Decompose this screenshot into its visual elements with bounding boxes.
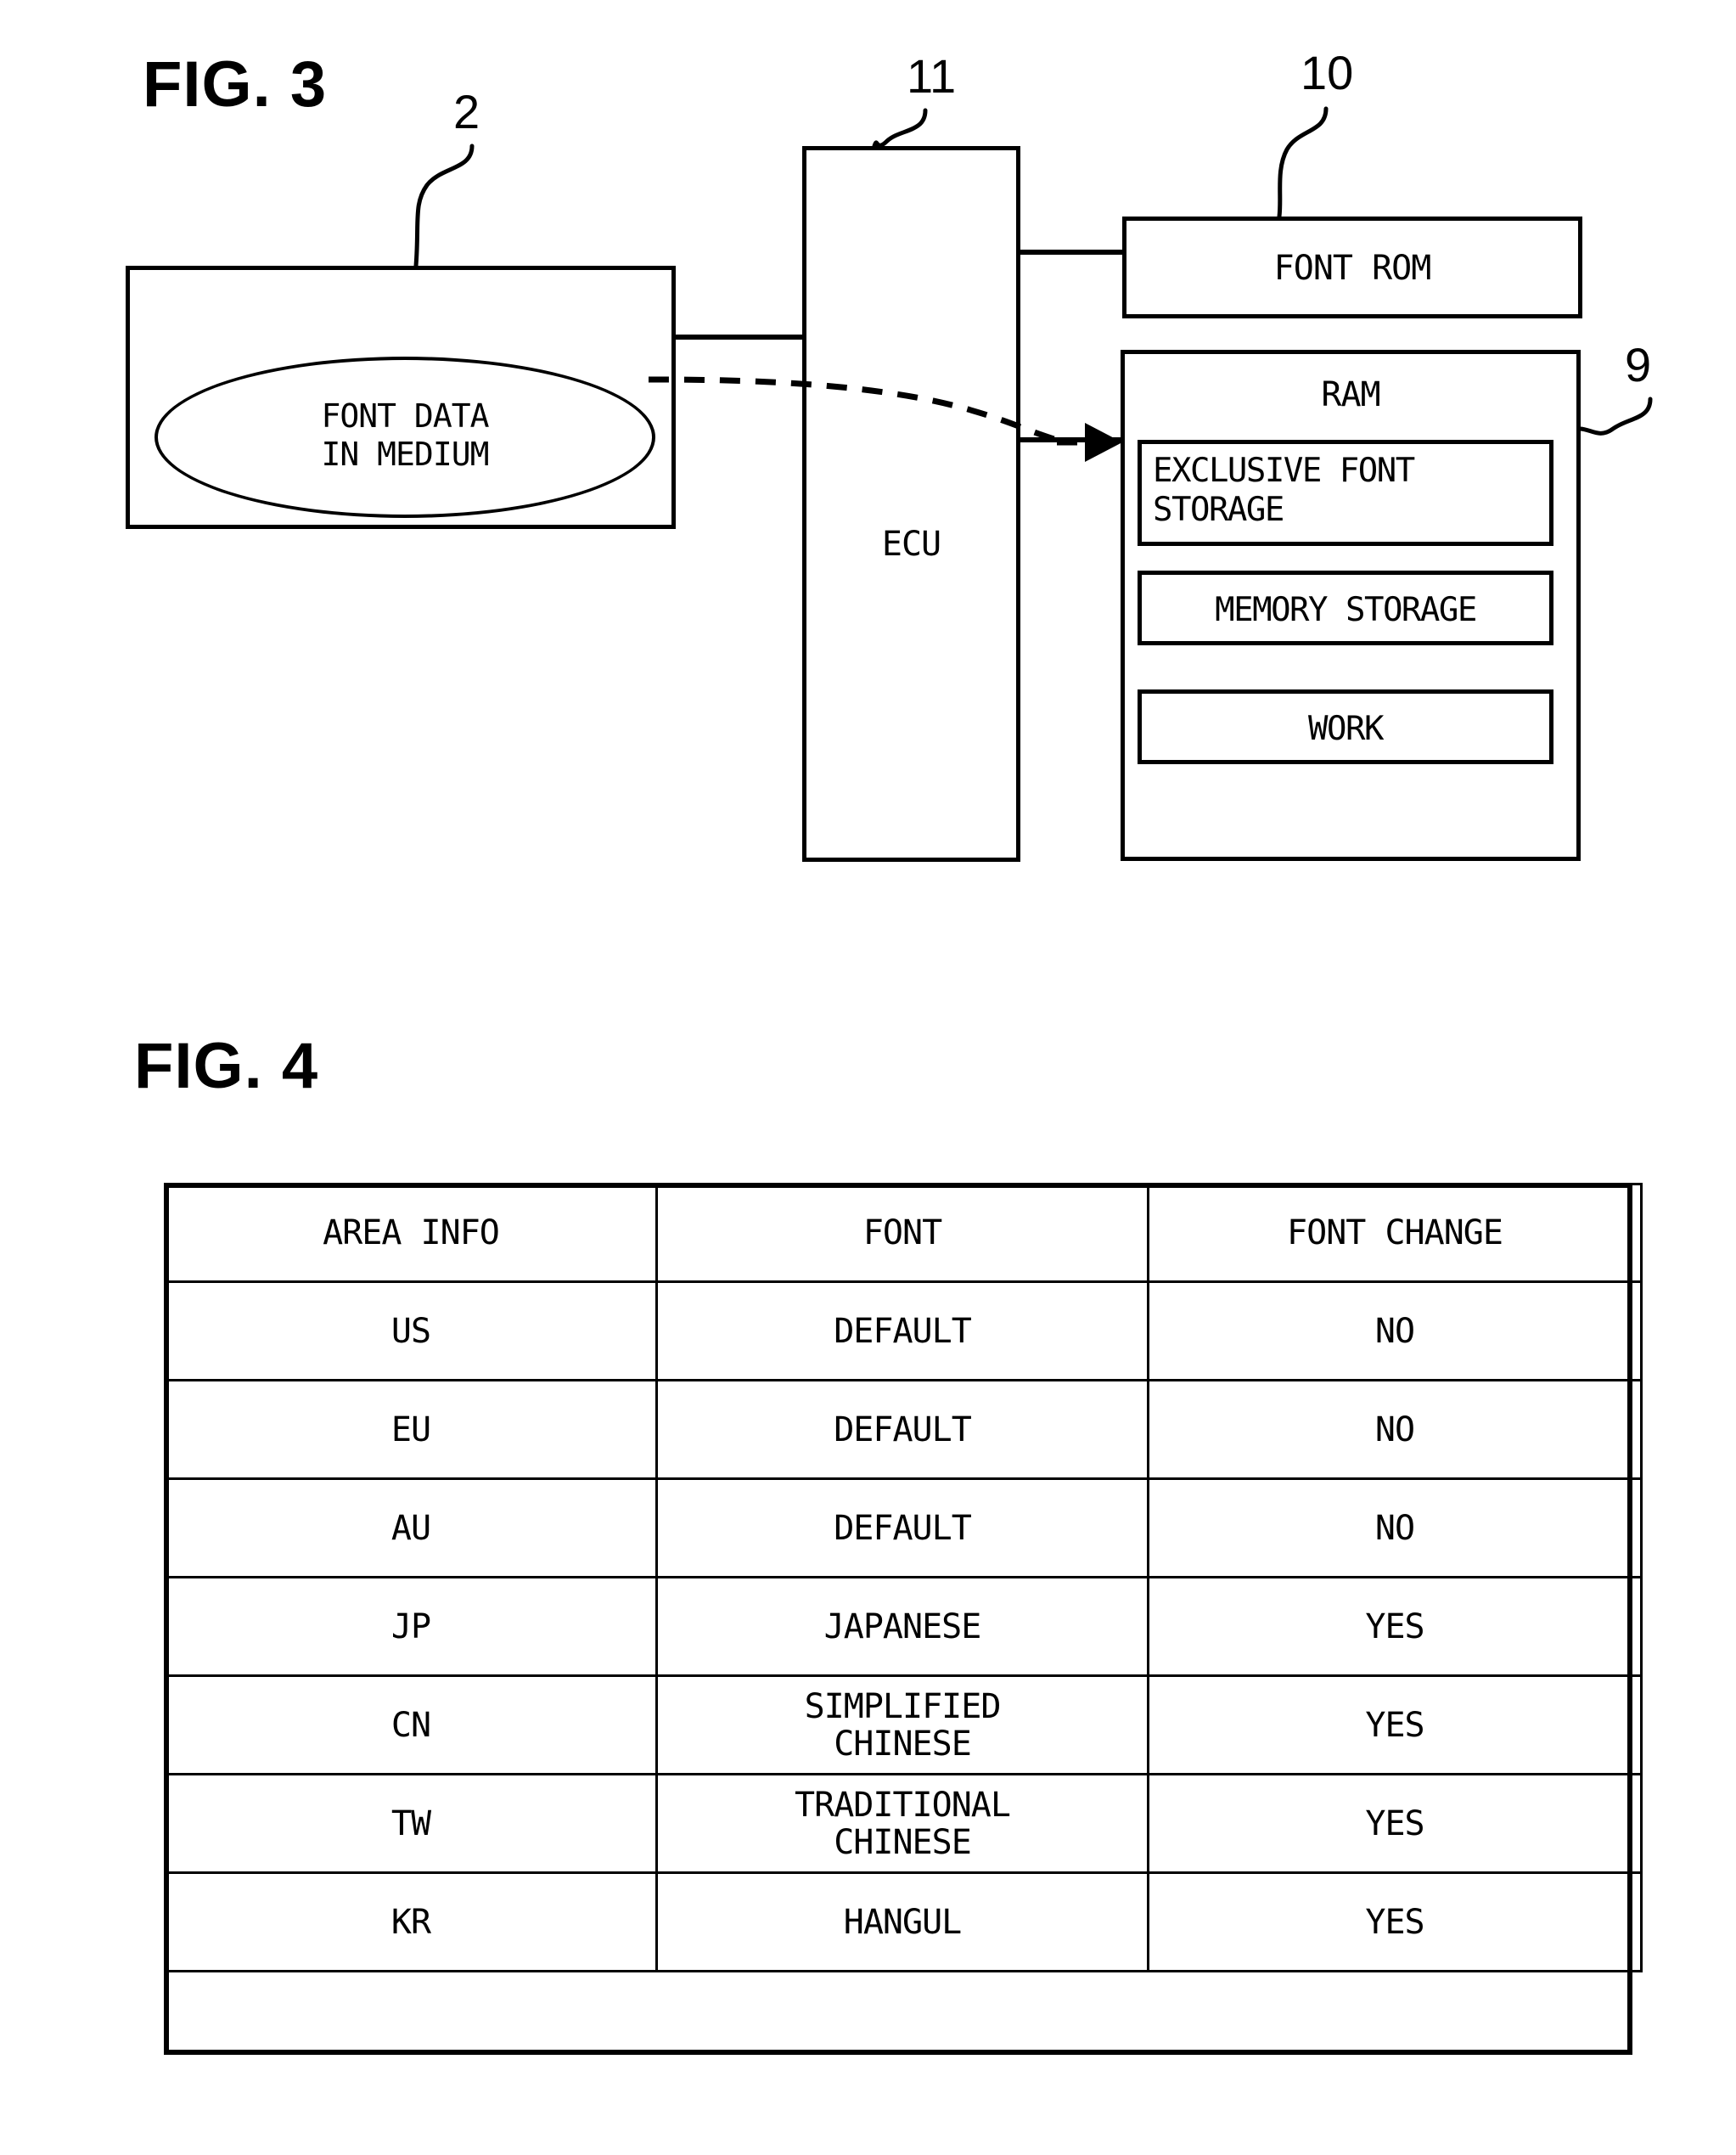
table-row: US DEFAULT NO bbox=[164, 1280, 1643, 1381]
cell-area-info: EU bbox=[164, 1379, 658, 1480]
column-header-font-change: FONT CHANGE bbox=[1147, 1183, 1643, 1283]
leader-line-2 bbox=[413, 143, 475, 268]
font-data-medium-label: FONT DATA IN MEDIUM bbox=[321, 397, 490, 473]
cell-area-info: JP bbox=[164, 1576, 658, 1677]
cell-font: DEFAULT bbox=[655, 1379, 1149, 1480]
leader-line-9 bbox=[1577, 397, 1653, 436]
table-row: AU DEFAULT NO bbox=[164, 1477, 1643, 1578]
cell-font-change: YES bbox=[1147, 1576, 1643, 1677]
cell-font-change: NO bbox=[1147, 1379, 1643, 1480]
cell-area-info: US bbox=[164, 1280, 658, 1381]
table-row: CN SIMPLIFIED CHINESE YES bbox=[164, 1674, 1643, 1775]
cell-font-change: YES bbox=[1147, 1773, 1643, 1874]
ram-label: RAM bbox=[1321, 375, 1380, 414]
figure-3-title: FIG. 3 bbox=[143, 48, 328, 121]
exclusive-font-storage-label: EXCLUSIVE FONT STORAGE bbox=[1153, 452, 1415, 530]
font-area-table: AREA INFO FONT FONT CHANGE US DEFAULT NO… bbox=[164, 1183, 1643, 1972]
cell-area-info: CN bbox=[164, 1674, 658, 1775]
cell-font: TRADITIONAL CHINESE bbox=[655, 1773, 1149, 1874]
leader-line-10 bbox=[1277, 106, 1329, 219]
cell-font: DEFAULT bbox=[655, 1280, 1149, 1381]
cell-font-change: NO bbox=[1147, 1280, 1643, 1381]
font-rom-label: FONT ROM bbox=[1273, 249, 1432, 288]
cell-font-change: NO bbox=[1147, 1477, 1643, 1578]
cell-font: SIMPLIFIED CHINESE bbox=[655, 1674, 1149, 1775]
patent-drawing-sheet: FIG. 3 FONT DATA IN MEDIUM 2 ECU 11 FONT… bbox=[0, 0, 1736, 2155]
reference-numeral-9: 9 bbox=[1625, 338, 1652, 391]
reference-numeral-11: 11 bbox=[907, 49, 957, 103]
reference-numeral-2: 2 bbox=[453, 85, 480, 138]
table-row: JP JAPANESE YES bbox=[164, 1576, 1643, 1677]
reference-numeral-10: 10 bbox=[1301, 46, 1354, 99]
cell-area-info: AU bbox=[164, 1477, 658, 1578]
table-header-row: AREA INFO FONT FONT CHANGE bbox=[164, 1183, 1643, 1283]
ecu-label: ECU bbox=[881, 525, 941, 564]
arrowhead-icon bbox=[1085, 423, 1122, 462]
memory-storage-label: MEMORY STORAGE bbox=[1215, 591, 1477, 629]
cell-area-info: TW bbox=[164, 1773, 658, 1874]
column-header-area-info: AREA INFO bbox=[164, 1183, 658, 1283]
work-label: WORK bbox=[1308, 710, 1384, 748]
table-row: EU DEFAULT NO bbox=[164, 1379, 1643, 1480]
leader-line-11 bbox=[872, 108, 928, 149]
table-row: TW TRADITIONAL CHINESE YES bbox=[164, 1773, 1643, 1874]
cell-font: DEFAULT bbox=[655, 1477, 1149, 1578]
column-header-font: FONT bbox=[655, 1183, 1149, 1283]
cell-font: HANGUL bbox=[655, 1871, 1149, 1972]
cell-font: JAPANESE bbox=[655, 1576, 1149, 1677]
figure-4-title: FIG. 4 bbox=[134, 1030, 319, 1102]
table-row: KR HANGUL YES bbox=[164, 1871, 1643, 1972]
ecu-box bbox=[802, 146, 1020, 862]
cell-area-info: KR bbox=[164, 1871, 658, 1972]
cell-font-change: YES bbox=[1147, 1674, 1643, 1775]
cell-font-change: YES bbox=[1147, 1871, 1643, 1972]
